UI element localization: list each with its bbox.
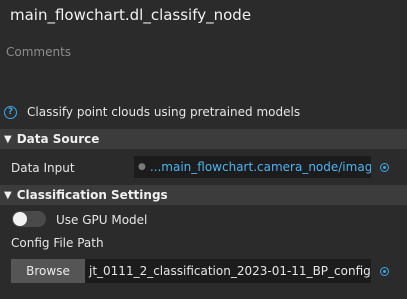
section-data-source-label: Data Source	[16, 132, 100, 146]
node-title: main_flowchart.dl_classify_node	[10, 6, 252, 24]
config-path-label: Config File Path	[11, 236, 104, 250]
triangle-down-icon[interactable]: ▼	[4, 190, 12, 201]
help-icon[interactable]: ?	[4, 105, 17, 119]
section-data-source[interactable]: ▼ Data Source	[0, 129, 407, 149]
config-path-value[interactable]: jt_0111_2_classification_2023-01-11_BP_c…	[89, 264, 371, 278]
gpu-toggle[interactable]	[12, 211, 46, 227]
data-input-label: Data Input	[11, 161, 75, 175]
node-description: ? Classify point clouds using pretrained…	[4, 105, 300, 119]
toggle-knob	[13, 212, 27, 226]
data-input-value[interactable]: ...main_flowchart.camera_node/image	[150, 160, 371, 174]
section-classification-settings[interactable]: ▼ Classification Settings	[0, 185, 407, 205]
link-dot-icon: ●	[138, 162, 146, 172]
comments-field[interactable]: Comments	[6, 45, 71, 59]
target-icon[interactable]	[380, 163, 389, 172]
triangle-down-icon[interactable]: ▼	[4, 134, 12, 145]
gpu-label: Use GPU Model	[56, 213, 148, 227]
target-icon[interactable]	[380, 267, 389, 276]
config-path-field[interactable]: jt_0111_2_classification_2023-01-11_BP_c…	[85, 259, 371, 283]
description-text: Classify point clouds using pretrained m…	[27, 105, 301, 119]
data-input-field[interactable]: ● ...main_flowchart.camera_node/image	[134, 156, 371, 178]
section-classification-label: Classification Settings	[16, 188, 168, 202]
browse-button[interactable]: Browse	[11, 259, 85, 283]
